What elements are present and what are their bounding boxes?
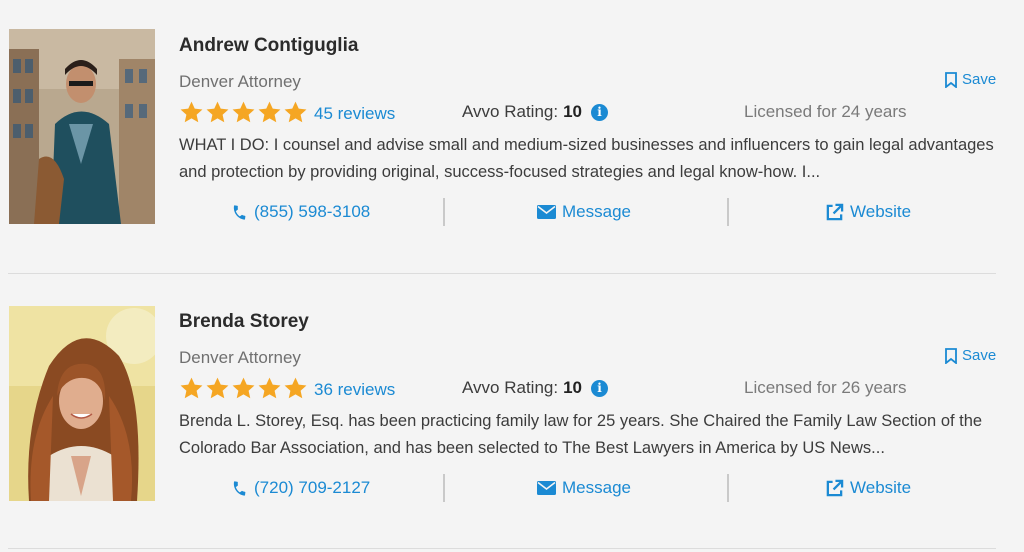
divider [727, 198, 729, 226]
star-icon [258, 101, 281, 123]
star-icon [180, 101, 203, 123]
attorney-card: Andrew Contiguglia Denver Attorney Save … [0, 0, 1024, 276]
phone-icon [233, 480, 246, 496]
phone-button[interactable]: (855) 598-3108 [231, 202, 370, 222]
envelope-icon [537, 205, 556, 219]
licensed-years: Licensed for 24 years [744, 102, 907, 121]
website-label: Website [850, 202, 912, 221]
star-icon [180, 377, 203, 399]
phone-number: (720) 709-2127 [254, 478, 371, 497]
attorney-location: Denver Attorney [179, 348, 301, 367]
attorney-name[interactable]: Brenda Storey [179, 311, 309, 333]
star-icon [232, 101, 255, 123]
star-icon [206, 101, 229, 123]
save-button[interactable]: Save [945, 71, 996, 88]
attorney-photo[interactable] [9, 29, 155, 224]
star-icon [206, 377, 229, 399]
star-icon [232, 377, 255, 399]
avvo-rating: Avvo Rating: 10 i [462, 102, 608, 122]
attorney-card: Brenda Storey Denver Attorney Save 36 re… [0, 276, 1024, 552]
attorney-description: WHAT I DO: I counsel and advise small an… [179, 136, 994, 181]
rating-label: Avvo Rating: [462, 102, 559, 121]
rating-value: 10 [563, 102, 582, 121]
message-button[interactable]: Message [537, 202, 631, 222]
divider [727, 474, 729, 502]
phone-button[interactable]: (720) 709-2127 [231, 478, 370, 498]
star-icon [284, 377, 307, 399]
star-rating [179, 376, 308, 401]
reviews-link[interactable]: 36 reviews [314, 380, 395, 400]
bookmark-icon [945, 71, 957, 88]
avvo-rating: Avvo Rating: 10 i [462, 378, 608, 398]
star-rating [179, 100, 308, 125]
save-button[interactable]: Save [945, 347, 996, 364]
contact-actions: (720) 709-2127 Message Website [0, 474, 1024, 504]
star-icon [284, 101, 307, 123]
attorney-name[interactable]: Andrew Contiguglia [179, 35, 358, 57]
info-icon[interactable]: i [591, 103, 608, 121]
envelope-icon [537, 481, 556, 495]
attorney-photo[interactable] [9, 306, 155, 501]
phone-icon [233, 204, 246, 220]
save-label: Save [962, 347, 997, 364]
external-link-icon [826, 479, 844, 496]
website-button[interactable]: Website [825, 202, 911, 222]
reviews-link[interactable]: 45 reviews [314, 104, 395, 124]
divider [443, 474, 445, 502]
website-button[interactable]: Website [825, 478, 911, 498]
contact-actions: (855) 598-3108 Message Website [0, 198, 1024, 228]
external-link-icon [826, 203, 844, 220]
message-button[interactable]: Message [537, 478, 631, 498]
message-label: Message [562, 202, 631, 221]
licensed-years: Licensed for 26 years [744, 378, 907, 397]
rating-value: 10 [563, 378, 582, 397]
rating-label: Avvo Rating: [462, 378, 559, 397]
attorney-location: Denver Attorney [179, 72, 301, 91]
save-label: Save [962, 71, 997, 88]
bookmark-icon [945, 347, 957, 364]
phone-number: (855) 598-3108 [254, 202, 371, 221]
divider [443, 198, 445, 226]
attorney-description: Brenda L. Storey, Esq. has been practici… [179, 412, 983, 457]
website-label: Website [850, 478, 912, 497]
info-icon[interactable]: i [591, 379, 608, 397]
result-divider [8, 273, 996, 274]
message-label: Message [562, 478, 631, 497]
result-divider [8, 548, 996, 549]
star-icon [258, 377, 281, 399]
